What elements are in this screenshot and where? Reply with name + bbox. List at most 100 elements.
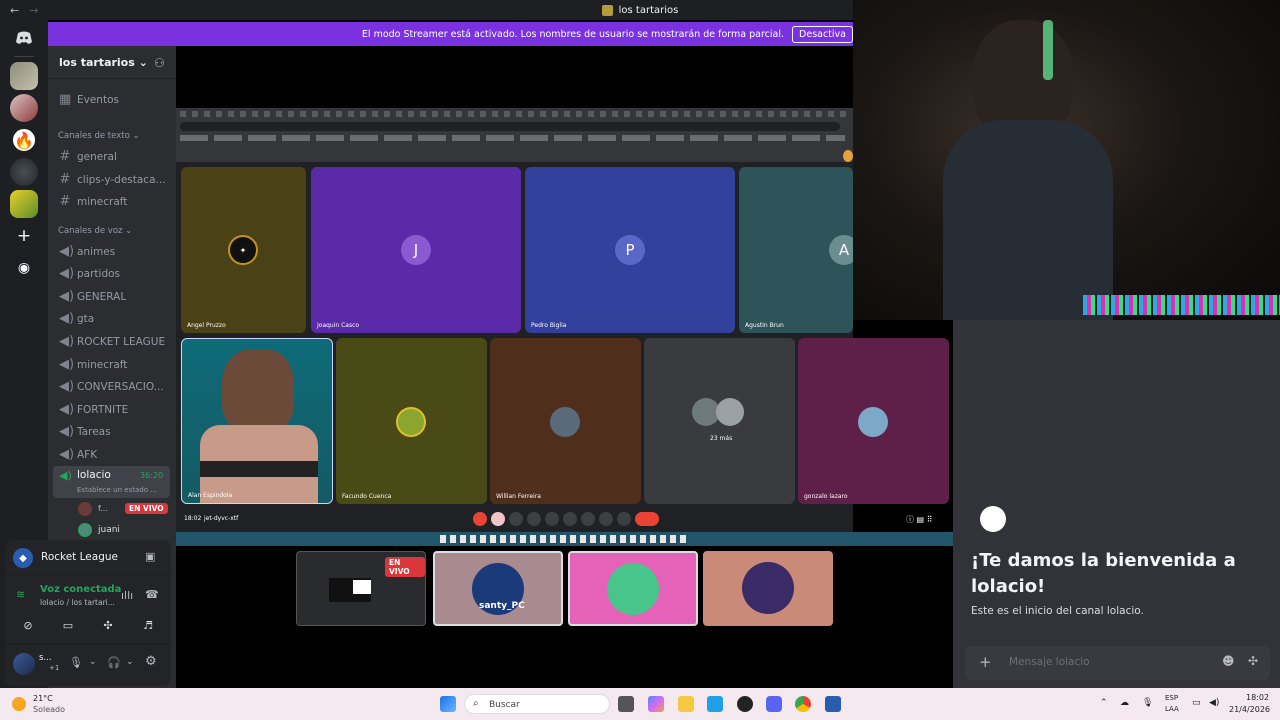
hangup-icon[interactable] bbox=[635, 512, 659, 526]
user-avatar[interactable] bbox=[13, 653, 35, 675]
cloud-icon[interactable]: ☁ bbox=[1120, 698, 1129, 708]
participant-tile[interactable]: gonzalo lazaro bbox=[798, 338, 949, 504]
voice-channel[interactable]: ◀) FORTNITE bbox=[59, 402, 175, 417]
emoji-icon[interactable]: ☻ bbox=[1222, 654, 1235, 668]
user-name[interactable]: s... bbox=[39, 653, 52, 663]
chevron-down-icon[interactable]: ⌄ bbox=[89, 657, 97, 667]
app-icon[interactable] bbox=[737, 696, 753, 712]
noise-icon[interactable]: ıllı bbox=[121, 589, 133, 602]
server-name[interactable]: los tartarios ⌄ bbox=[59, 56, 148, 69]
present-icon[interactable] bbox=[581, 512, 595, 526]
voice-channel[interactable]: ◀) partidos bbox=[59, 266, 175, 281]
mic-icon[interactable]: 🎙 bbox=[69, 656, 83, 669]
chevron-down-icon[interactable]: ⌄ bbox=[126, 657, 134, 667]
voice-channel[interactable]: ◀) gta bbox=[59, 311, 175, 326]
server-icon-5[interactable] bbox=[10, 190, 38, 218]
volume-icon[interactable]: ◀) bbox=[1209, 698, 1219, 708]
message-input[interactable]: Mensaje lolacio bbox=[1009, 656, 1090, 668]
weather-temp[interactable]: 21°C bbox=[33, 694, 53, 703]
voice-connected-title[interactable]: Voz conectada bbox=[40, 584, 121, 595]
file-explorer-icon[interactable] bbox=[678, 696, 694, 712]
participant-tile[interactable]: P Pedro Biglia bbox=[525, 167, 735, 333]
voice-category[interactable]: Canales de voz ⌄ bbox=[58, 226, 132, 236]
voice-connected-sub[interactable]: lolacio / los tartari... bbox=[40, 598, 115, 607]
network-icon[interactable]: ▭ bbox=[1192, 698, 1201, 708]
emoji-icon[interactable] bbox=[563, 512, 577, 526]
voice-channel[interactable]: ◀) animes bbox=[59, 244, 175, 259]
lang-1[interactable]: ESP bbox=[1165, 694, 1178, 702]
stream-thumb[interactable] bbox=[703, 551, 833, 626]
search-placeholder[interactable]: Buscar bbox=[489, 700, 520, 710]
tray-chevron-icon[interactable]: ⌃ bbox=[1100, 698, 1108, 708]
text-category[interactable]: Canales de texto ⌄ bbox=[58, 131, 140, 141]
message-box[interactable]: + Mensaje lolacio ☻ ✣ bbox=[965, 646, 1270, 680]
server-icon-4[interactable] bbox=[10, 158, 38, 186]
channel-minecraft[interactable]: # minecraft bbox=[59, 194, 175, 209]
participant-tile[interactable]: Willian Ferreira bbox=[490, 338, 641, 504]
more-options-icon[interactable] bbox=[617, 512, 631, 526]
voice-channel[interactable]: ◀) ROCKET LEAGUE bbox=[59, 334, 175, 349]
disconnect-icon[interactable]: ☎ bbox=[145, 588, 159, 601]
mic-icon[interactable] bbox=[491, 512, 505, 526]
participant-tile[interactable]: J Joaquin Casco bbox=[311, 167, 521, 333]
mic-icon[interactable]: 🎙 bbox=[1142, 698, 1153, 708]
back-icon[interactable]: ← bbox=[10, 4, 19, 17]
camera-icon[interactable] bbox=[527, 512, 541, 526]
clock-time[interactable]: 18:02 bbox=[1246, 693, 1269, 702]
stream-thumb[interactable] bbox=[568, 551, 698, 626]
windows-start-icon[interactable] bbox=[440, 696, 456, 712]
apps-icon[interactable]: ✣ bbox=[1248, 654, 1258, 668]
camera-off-icon[interactable]: ⊘ bbox=[13, 614, 43, 636]
voice-channel[interactable]: ◀) AFK bbox=[59, 447, 175, 462]
explore-icon[interactable]: ◉ bbox=[10, 254, 38, 282]
activity-settings-icon[interactable]: ▣ bbox=[145, 550, 155, 563]
server-icon-3[interactable]: 🔥 bbox=[10, 126, 38, 154]
forward-icon[interactable]: → bbox=[29, 4, 38, 17]
camera-icon[interactable] bbox=[509, 512, 523, 526]
voice-channel[interactable]: ◀) Tareas bbox=[59, 424, 175, 439]
participant-tile[interactable]: Facundo Cuenca bbox=[336, 338, 487, 504]
weather-sun-icon[interactable] bbox=[12, 697, 26, 711]
member-name[interactable]: f... bbox=[98, 504, 108, 513]
store-icon[interactable] bbox=[707, 696, 723, 712]
shield-icon[interactable] bbox=[825, 696, 841, 712]
member-name[interactable]: juani bbox=[98, 525, 120, 535]
hand-icon[interactable] bbox=[599, 512, 613, 526]
plus-icon[interactable]: + bbox=[979, 653, 992, 671]
voice-channel[interactable]: ◀) GENERAL bbox=[59, 289, 175, 304]
stream-thumb[interactable]: santy_PC bbox=[433, 551, 563, 626]
voice-channel[interactable]: ◀) CONVERSACIO... bbox=[59, 379, 175, 394]
voice-channel[interactable]: ◀) minecraft bbox=[59, 357, 175, 372]
captions-icon[interactable] bbox=[545, 512, 559, 526]
disable-streamer-button[interactable]: Desactiva bbox=[792, 25, 853, 43]
weather-desc[interactable]: Soleado bbox=[33, 705, 65, 714]
channel-general[interactable]: # general bbox=[59, 149, 175, 164]
active-voice-channel[interactable]: ◀) lolacio 36:20 Establece un estado ... bbox=[53, 466, 170, 498]
chrome-icon[interactable] bbox=[795, 696, 811, 712]
activity-game[interactable]: Rocket League bbox=[41, 551, 118, 563]
soundboard-icon[interactable]: ♬ bbox=[133, 614, 163, 636]
events-item[interactable]: ▦ Eventos bbox=[59, 92, 175, 107]
headphones-icon[interactable]: 🎧 bbox=[107, 656, 121, 669]
copilot-icon[interactable] bbox=[648, 696, 664, 712]
task-view-icon[interactable] bbox=[618, 696, 634, 712]
settings-gear-icon[interactable]: ⚙ bbox=[145, 654, 157, 669]
discord-icon[interactable] bbox=[766, 696, 782, 712]
add-server-icon[interactable]: + bbox=[10, 222, 38, 250]
participant-tile-video[interactable]: Alan Espindola bbox=[181, 338, 333, 504]
participant-tile[interactable]: A Agustin Brun bbox=[739, 167, 853, 333]
clock-date[interactable]: 21/4/2026 bbox=[1229, 705, 1270, 714]
activities-icon[interactable]: ✣ bbox=[93, 614, 123, 636]
lang-2[interactable]: LAA bbox=[1165, 705, 1179, 713]
discord-home-icon[interactable] bbox=[10, 24, 38, 52]
participant-tile-more[interactable]: 23 más bbox=[644, 338, 795, 504]
screen-share-icon[interactable]: ▭ bbox=[53, 614, 83, 636]
info-icon[interactable]: ⓘ ▤ ⠿ bbox=[906, 514, 933, 525]
server-icon-2[interactable] bbox=[10, 94, 38, 122]
participant-tile[interactable]: ✦ Angel Pruzzo bbox=[181, 167, 306, 333]
mic-muted-icon[interactable] bbox=[473, 512, 487, 526]
stream-thumb[interactable]: EN VIVO bbox=[296, 551, 426, 626]
invite-icon[interactable]: ⚇ bbox=[154, 56, 165, 70]
channel-clips[interactable]: # clips-y-destaca... bbox=[59, 172, 175, 187]
voice-status-text[interactable]: Establece un estado ... bbox=[77, 486, 157, 494]
